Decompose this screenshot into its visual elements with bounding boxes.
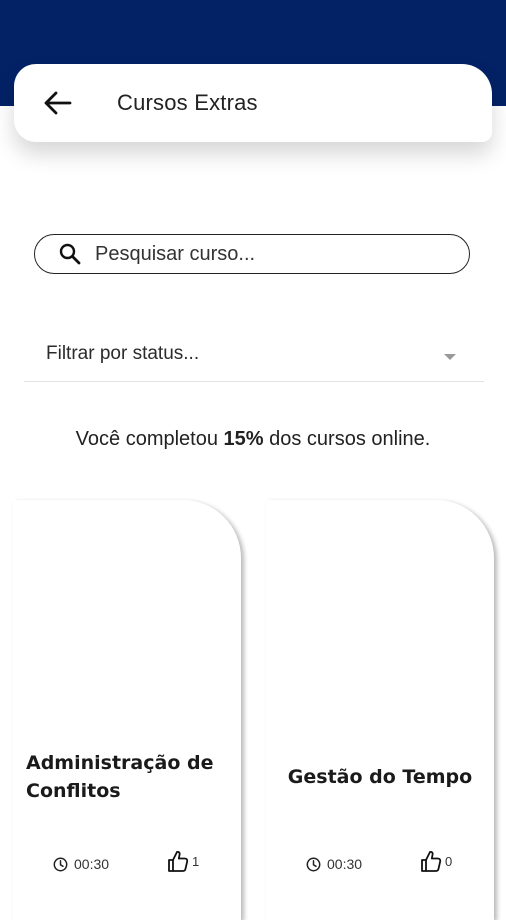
caret-down-icon — [444, 354, 456, 360]
search-icon — [57, 241, 83, 267]
course-title: Administração de Conflitos — [26, 752, 214, 802]
duration-value: 00:30 — [74, 856, 110, 872]
course-duration: 00:30 — [306, 856, 362, 872]
search-input[interactable] — [95, 242, 435, 266]
duration-value: 00:30 — [327, 856, 363, 872]
like-count: 0 — [445, 854, 453, 869]
page-title: Cursos Extras — [117, 90, 258, 115]
progress-suffix: dos cursos online. — [263, 428, 431, 450]
header-card: Cursos Extras — [14, 64, 492, 142]
like-button[interactable]: 1 — [167, 849, 199, 873]
course-card[interactable]: Administração de Conflitos 00:30 1 — [13, 500, 241, 920]
clock-icon — [306, 857, 321, 872]
status-filter-label: Filtrar por status... — [46, 343, 200, 364]
like-count: 1 — [192, 854, 200, 869]
clock-icon — [53, 857, 68, 872]
thumbs-up-icon — [420, 849, 442, 873]
course-duration: 00:30 — [53, 856, 109, 872]
course-card[interactable]: Gestão do Tempo 00:30 0 — [266, 500, 494, 920]
status-filter-select[interactable]: Filtrar por status... — [24, 330, 484, 382]
back-button[interactable] — [40, 86, 74, 120]
thumbs-up-icon — [167, 849, 189, 873]
search-bar[interactable] — [34, 234, 470, 274]
progress-prefix: Você completou — [75, 428, 224, 450]
course-title: Gestão do Tempo — [287, 766, 473, 788]
progress-summary: Você completou 15% dos cursos online. — [0, 428, 506, 451]
progress-percent: 15% — [223, 428, 264, 450]
like-button[interactable]: 0 — [420, 849, 452, 873]
arrow-left-icon — [44, 91, 72, 115]
